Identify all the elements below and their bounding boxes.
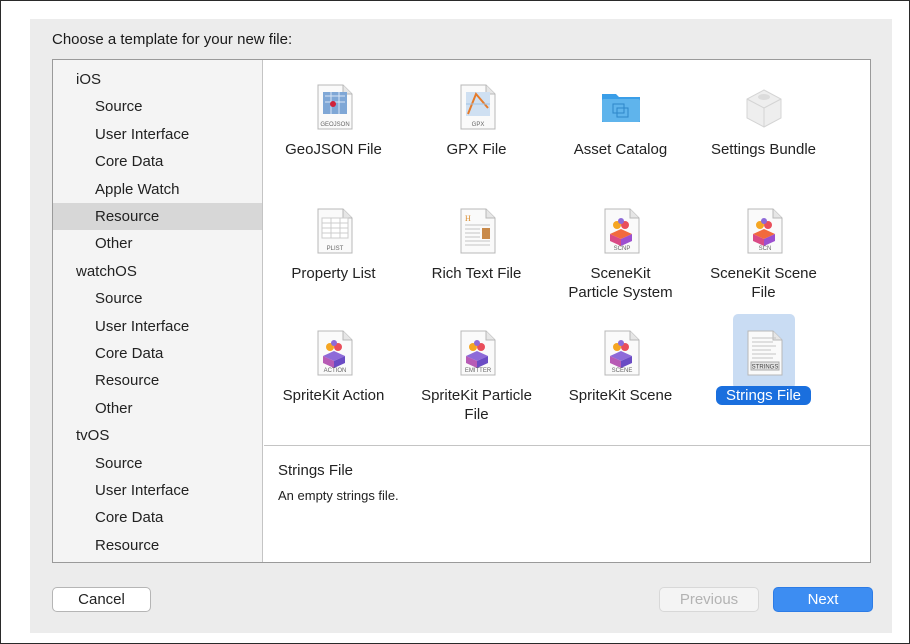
sidebar-item-ios[interactable]: iOS bbox=[53, 66, 262, 93]
sidebar-item-source[interactable]: Source bbox=[53, 93, 262, 120]
next-button[interactable]: Next bbox=[773, 587, 873, 612]
platform-sidebar[interactable]: iOS Source User Interface Core Data Apple Wa… bbox=[53, 60, 263, 562]
template-label: GPX File bbox=[446, 141, 507, 158]
template-label: Asset Catalog bbox=[573, 141, 668, 158]
template-label: Rich Text File bbox=[431, 265, 522, 282]
spritekit-scene-icon: SCENE bbox=[600, 330, 642, 376]
sidebar-item-other[interactable]: Other bbox=[53, 230, 262, 257]
sidebar-item-core-data[interactable]: Core Data bbox=[53, 340, 262, 367]
template-grid: GEOJSON GeoJSON File GPX GPX File Asset Cata… bbox=[264, 60, 870, 445]
window-frame: Choose a template for your new file: iOS… bbox=[0, 0, 910, 644]
gpx-file-icon: GPX bbox=[456, 84, 498, 130]
sidebar-item-tvos[interactable]: tvOS bbox=[53, 422, 262, 449]
template-strings-file[interactable]: STRINGS Strings File bbox=[701, 314, 826, 436]
spritekit-action-icon: ACTION bbox=[313, 330, 355, 376]
template-label: Strings File bbox=[701, 386, 826, 405]
sidebar-item-source[interactable]: Source bbox=[53, 285, 262, 312]
template-asset-catalog[interactable]: Asset Catalog bbox=[558, 70, 683, 190]
sidebar-item-user-interface[interactable]: User Interface bbox=[53, 477, 262, 504]
settings-bundle-icon bbox=[743, 84, 785, 130]
template-label: SpriteKit Scene bbox=[568, 387, 673, 404]
sidebar-item-other[interactable]: Other bbox=[53, 395, 262, 422]
sheet-prompt: Choose a template for your new file: bbox=[52, 31, 293, 48]
geojson-file-icon: GEOJSON bbox=[313, 84, 355, 130]
template-geojson-file[interactable]: GEOJSON GeoJSON File bbox=[271, 70, 396, 190]
previous-button[interactable]: Previous bbox=[659, 587, 759, 612]
template-description-pane: Strings File An empty strings file. bbox=[264, 445, 870, 562]
template-property-list[interactable]: PLIST Property List bbox=[271, 194, 396, 314]
template-spritekit-particle-file[interactable]: EMITTER SpriteKit Particle File bbox=[414, 316, 539, 436]
template-chooser: iOS Source User Interface Core Data Apple Wa… bbox=[52, 59, 871, 563]
template-settings-bundle[interactable]: Settings Bundle bbox=[701, 70, 826, 190]
template-scenekit-particle-system[interactable]: SCNP SceneKit Particle System bbox=[558, 194, 683, 314]
svg-text:SCENE: SCENE bbox=[612, 368, 633, 374]
template-label: GeoJSON File bbox=[285, 141, 382, 158]
template-spritekit-action[interactable]: ACTION SpriteKit Action bbox=[271, 316, 396, 436]
template-label: SceneKit Particle System bbox=[568, 265, 673, 301]
template-label: Property List bbox=[291, 265, 376, 282]
template-scenekit-scene-file[interactable]: SCN SceneKit Scene File bbox=[701, 194, 826, 314]
sidebar-item-core-data[interactable]: Core Data bbox=[53, 504, 262, 531]
template-spritekit-scene[interactable]: SCENE SpriteKit Scene bbox=[558, 316, 683, 436]
svg-text:SCN: SCN bbox=[759, 246, 772, 252]
sidebar-item-user-interface[interactable]: User Interface bbox=[53, 121, 262, 148]
description-text: An empty strings file. bbox=[278, 488, 399, 503]
svg-text:EMITTER: EMITTER bbox=[465, 368, 492, 374]
spritekit-emitter-icon: EMITTER bbox=[456, 330, 498, 376]
svg-text:PLIST: PLIST bbox=[327, 246, 344, 252]
scenekit-particle-icon: SCNP bbox=[600, 208, 642, 254]
svg-text:GEOJSON: GEOJSON bbox=[320, 122, 349, 128]
strings-file-icon: STRINGS bbox=[743, 330, 785, 376]
svg-text:GPX: GPX bbox=[472, 122, 485, 128]
template-label: SpriteKit Particle File bbox=[421, 387, 532, 423]
sidebar-item-resource[interactable]: Resource bbox=[53, 532, 262, 559]
sidebar-item-source[interactable]: Source bbox=[53, 450, 262, 477]
sidebar-item-core-data[interactable]: Core Data bbox=[53, 148, 262, 175]
rich-text-file-icon: H bbox=[456, 208, 498, 254]
sidebar-item-user-interface[interactable]: User Interface bbox=[53, 313, 262, 340]
cancel-button[interactable]: Cancel bbox=[52, 587, 151, 612]
sidebar-item-apple-watch[interactable]: Apple Watch bbox=[53, 176, 262, 203]
new-file-sheet: Choose a template for your new file: iOS… bbox=[30, 19, 892, 633]
svg-text:ACTION: ACTION bbox=[324, 368, 347, 374]
folder-icon bbox=[600, 84, 642, 130]
scenekit-scene-icon: SCN bbox=[743, 208, 785, 254]
description-title: Strings File bbox=[278, 462, 354, 479]
template-label: SceneKit Scene File bbox=[710, 265, 817, 301]
sidebar-item-resource[interactable]: Resource bbox=[53, 367, 262, 394]
svg-text:H: H bbox=[465, 214, 471, 223]
sidebar-item-resource[interactable]: Resource bbox=[53, 203, 262, 230]
template-rich-text-file[interactable]: H Rich Text File bbox=[414, 194, 539, 314]
svg-text:SCNP: SCNP bbox=[614, 246, 631, 252]
sidebar-item-watchos[interactable]: watchOS bbox=[53, 258, 262, 285]
plist-file-icon: PLIST bbox=[313, 208, 355, 254]
template-label: SpriteKit Action bbox=[282, 387, 385, 404]
template-gpx-file[interactable]: GPX GPX File bbox=[414, 70, 539, 190]
template-label: Settings Bundle bbox=[710, 141, 817, 158]
svg-text:STRINGS: STRINGS bbox=[752, 365, 779, 371]
